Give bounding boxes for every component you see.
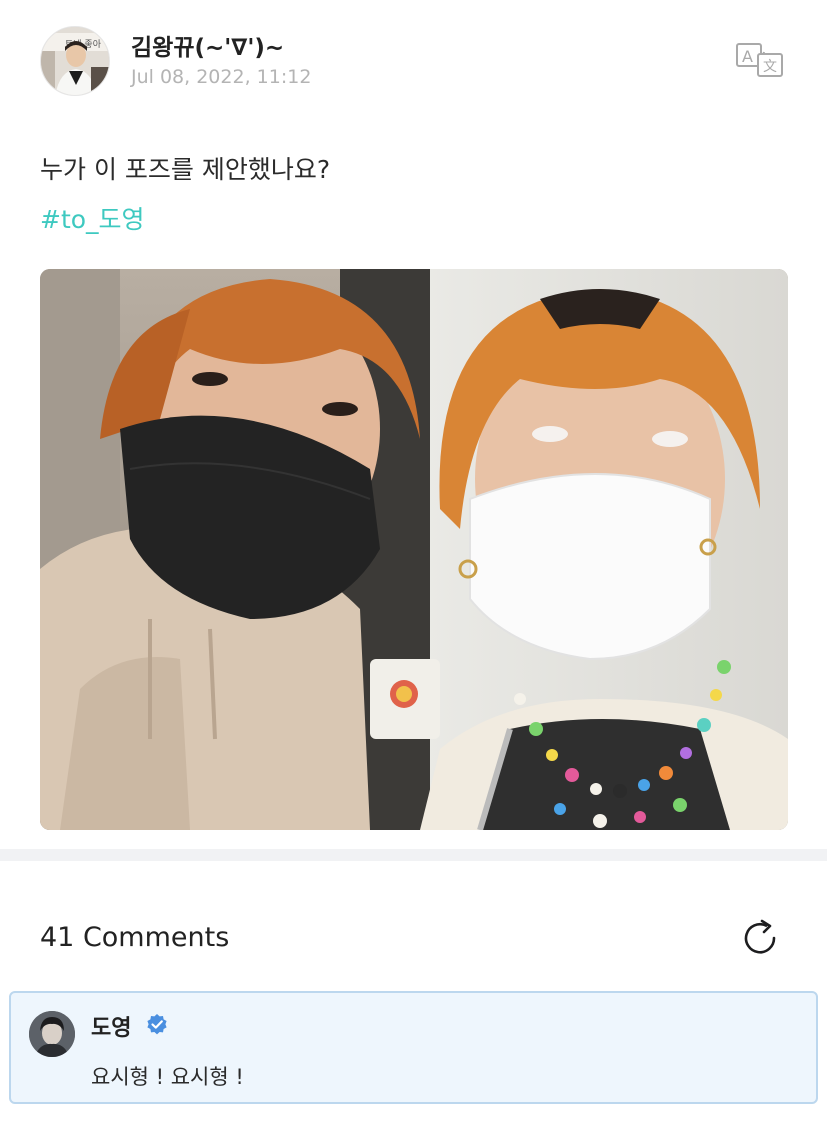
svg-text:A: A [742,47,753,66]
refresh-button[interactable] [740,918,780,958]
refresh-icon [744,919,776,954]
verified-badge-icon [145,1013,169,1037]
translate-button[interactable]: A 文 [734,40,786,80]
section-divider [0,849,827,861]
avatar-image: 트네 좋아 [41,27,109,95]
author-name[interactable]: 김왕뀨(~'∇')~ [131,28,284,62]
comment-item[interactable]: 도영 요시형 ! 요시형 ! [9,991,818,1104]
comments-count: 41 Comments [40,922,230,953]
author-avatar[interactable]: 트네 좋아 [40,26,110,96]
post-timestamp: Jul 08, 2022, 11:12 [131,66,312,88]
comment-author[interactable]: 도영 [91,1010,131,1042]
comment-text: 요시형 ! 요시형 ! [91,1065,244,1089]
comment-avatar-image [29,1011,75,1057]
translate-icon: A 文 [736,43,783,77]
post-photo[interactable] [40,269,788,830]
svg-text:文: 文 [763,59,777,75]
post-photo-image [40,269,788,830]
post-hashtag[interactable]: #to_도영 [40,202,787,238]
comments-header: 41 Comments [40,918,787,962]
post-header: 트네 좋아 김왕뀨(~'∇')~ Jul 08, 2022, 11:12 A 文 [40,26,787,98]
post-body: 누가 이 포즈를 제안했나요? #to_도영 [40,152,787,238]
comment-avatar[interactable] [29,1011,75,1057]
post-text: 누가 이 포즈를 제안했나요? [40,155,331,184]
